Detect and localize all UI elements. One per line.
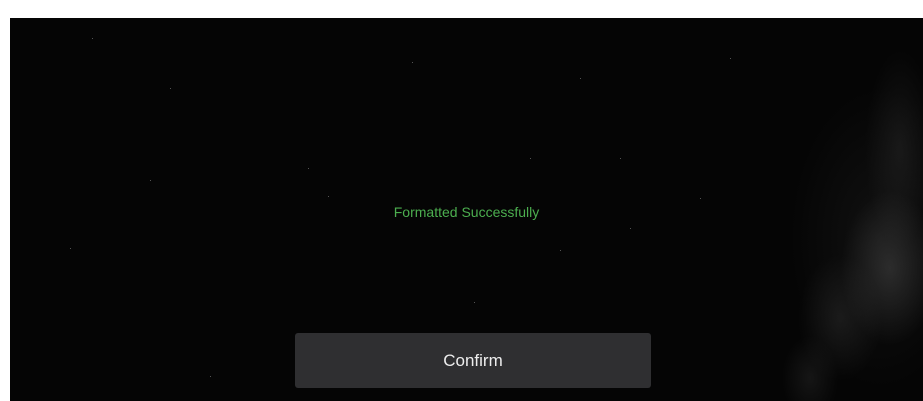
background-speck — [70, 248, 71, 249]
confirm-button-label: Confirm — [443, 350, 503, 370]
background-speck — [560, 250, 561, 251]
background-speck — [210, 376, 211, 377]
background-speck — [630, 228, 631, 229]
background-speck — [170, 88, 171, 89]
background-speck — [700, 198, 701, 199]
format-result-screen: Formatted Successfully Confirm — [10, 18, 923, 401]
format-success-message: Formatted Successfully — [393, 204, 540, 220]
background-speck — [530, 158, 531, 159]
background-speck — [308, 168, 309, 169]
background-speck — [620, 158, 621, 159]
background-speck — [474, 302, 475, 303]
background-speck — [412, 62, 413, 63]
background-speck — [92, 38, 93, 39]
background-speck — [328, 196, 329, 197]
background-speck — [150, 180, 151, 181]
confirm-button[interactable]: Confirm — [295, 333, 651, 388]
background-speck — [730, 58, 731, 59]
background-speck — [580, 78, 581, 79]
